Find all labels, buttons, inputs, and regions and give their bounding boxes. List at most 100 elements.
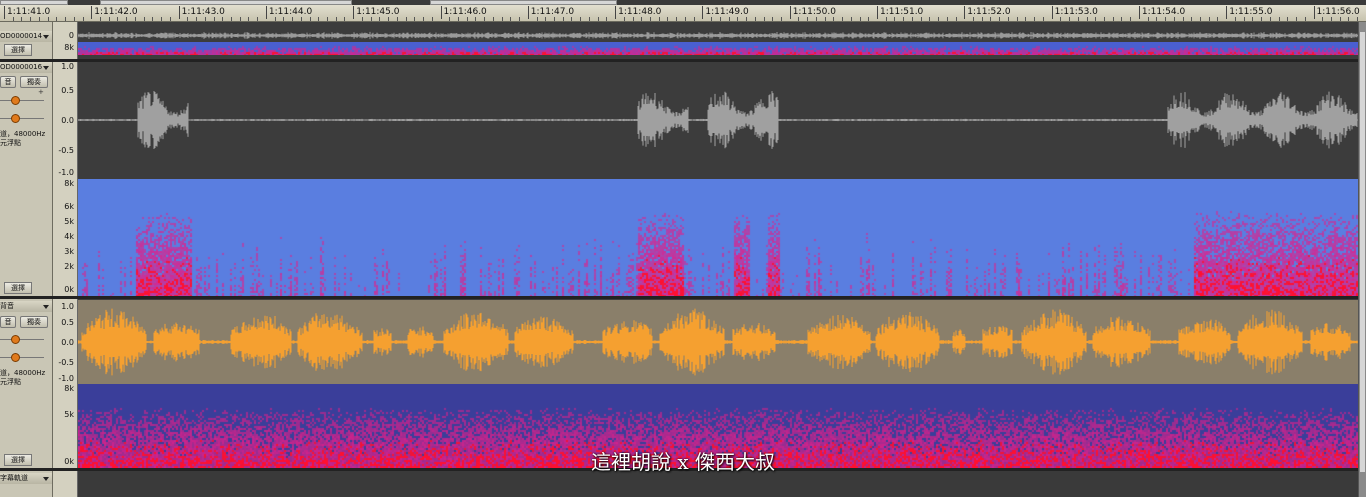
ruler-minor-tick xyxy=(379,17,381,21)
ruler-minor-tick xyxy=(1016,17,1018,21)
axis-label: -0.5 xyxy=(58,146,74,155)
ruler-minor-tick xyxy=(248,17,250,21)
ruler-minor-tick xyxy=(1156,17,1158,21)
spectrogram-track-2[interactable] xyxy=(78,179,1358,296)
ruler-minor-tick xyxy=(1086,17,1088,21)
ruler-minor-tick xyxy=(580,17,582,21)
ruler-minor-tick xyxy=(1165,17,1167,21)
pan-slider-2[interactable] xyxy=(0,118,44,119)
ruler-tick-label: 1:11:46.0 xyxy=(440,6,487,19)
ruler-minor-tick xyxy=(169,17,171,21)
ruler-minor-tick xyxy=(676,17,678,21)
ruler-tick-label: 1:11:50.0 xyxy=(789,6,836,19)
track-bitdepth-2: 元浮點 xyxy=(0,139,21,147)
ruler-minor-tick xyxy=(1042,17,1044,21)
chevron-down-icon[interactable] xyxy=(43,305,49,309)
ruler-minor-tick xyxy=(117,17,119,21)
timeline-ruler[interactable]: 1:11:41.0 1:11:42.0 1:11:43.0 1:11:44.0 1:11… xyxy=(0,5,1366,22)
axis-label: 6k xyxy=(64,202,74,211)
ruler-minor-tick xyxy=(1296,17,1298,21)
ruler-minor-tick xyxy=(335,17,337,21)
ruler-minor-tick xyxy=(30,17,32,21)
mute-button-3[interactable]: 音 xyxy=(0,316,16,328)
ruler-minor-tick xyxy=(283,17,285,21)
track-header-1[interactable]: OD0000014 xyxy=(0,31,52,42)
axis-label: 0.5 xyxy=(61,86,74,95)
ruler-tick-label: 1:11:48.0 xyxy=(615,6,661,19)
solo-button-3[interactable]: 獨奏 xyxy=(20,316,48,328)
waveform-track-1[interactable] xyxy=(78,30,1358,41)
ruler-minor-tick xyxy=(1182,17,1184,21)
ruler-minor-tick xyxy=(475,17,477,21)
spectrogram-track-1[interactable] xyxy=(78,42,1358,55)
ruler-minor-tick xyxy=(327,17,328,21)
ruler-tick-label: 1:11:55.0 xyxy=(1226,6,1272,19)
ruler-minor-tick xyxy=(754,17,756,21)
mute-button-2[interactable]: 音 xyxy=(0,76,16,88)
ruler-minor-tick xyxy=(929,17,931,21)
vertical-scrollbar[interactable] xyxy=(1358,22,1366,497)
pan-knob-3[interactable] xyxy=(11,353,20,362)
track-canvas-area[interactable] xyxy=(78,22,1358,497)
ruler-minor-tick xyxy=(126,17,128,21)
ruler-tick-label: 1:11:56.0 xyxy=(1313,6,1360,19)
ruler-minor-tick xyxy=(946,17,948,21)
ruler-minor-tick xyxy=(824,17,826,21)
ruler-minor-tick xyxy=(1252,17,1254,21)
ruler-minor-tick xyxy=(763,17,765,21)
ruler-minor-tick xyxy=(501,17,503,21)
ruler-minor-tick xyxy=(1339,17,1341,21)
track-select-button-1[interactable]: 選擇 xyxy=(4,44,32,56)
track-format-3: 道，48000Hz xyxy=(0,369,46,377)
track-header-3[interactable]: 背音 xyxy=(0,301,52,312)
ruler-minor-tick xyxy=(885,17,887,21)
ruler-minor-tick xyxy=(772,17,774,21)
track-divider[interactable] xyxy=(0,296,1366,299)
track-select-button-2[interactable]: 選擇 xyxy=(4,282,32,294)
ruler-minor-tick xyxy=(1025,17,1027,21)
ruler-minor-tick xyxy=(239,17,241,21)
ruler-tick-label: 1:11:44.0 xyxy=(265,6,312,19)
plus-icon: + xyxy=(38,88,44,96)
axis-label: 5k xyxy=(64,217,74,226)
ruler-minor-tick xyxy=(833,17,835,21)
waveform-track-2[interactable] xyxy=(78,62,1358,178)
ruler-minor-tick xyxy=(344,17,346,21)
ruler-minor-tick xyxy=(1103,17,1105,21)
ruler-minor-tick xyxy=(693,17,695,21)
ruler-tick-label: 1:11:52.0 xyxy=(964,6,1011,19)
ruler-minor-tick xyxy=(213,17,215,21)
gain-knob-2[interactable] xyxy=(11,96,20,105)
ruler-minor-tick xyxy=(1200,17,1201,21)
gain-slider-3[interactable] xyxy=(0,339,44,340)
solo-button-2[interactable]: 獨奏 xyxy=(20,76,48,88)
ruler-minor-tick xyxy=(1330,17,1332,21)
ruler-minor-tick xyxy=(667,17,669,21)
ruler-minor-tick xyxy=(1034,17,1036,21)
chevron-down-icon[interactable] xyxy=(43,477,49,481)
track-header-2[interactable]: OD0000016 xyxy=(0,62,52,73)
ruler-minor-tick xyxy=(1191,17,1193,21)
waveform-track-3[interactable] xyxy=(78,300,1358,384)
pan-slider-3[interactable] xyxy=(0,357,44,358)
ruler-tick-label: 1:11:53.0 xyxy=(1051,6,1098,19)
ruler-minor-tick xyxy=(1322,17,1324,21)
pan-knob-2[interactable] xyxy=(11,114,20,123)
chevron-down-icon[interactable] xyxy=(43,35,49,39)
ruler-tick-label: 1:11:54.0 xyxy=(1138,6,1185,19)
ruler-minor-tick xyxy=(1130,17,1132,21)
track-name-2: OD0000016 xyxy=(0,63,43,71)
track-bitdepth-3: 元浮點 xyxy=(0,378,21,386)
ruler-minor-tick xyxy=(1147,17,1149,21)
ruler-minor-tick xyxy=(1287,17,1289,21)
gain-slider-2[interactable] xyxy=(0,100,44,101)
gain-knob-3[interactable] xyxy=(11,335,20,344)
track-divider[interactable] xyxy=(0,59,1366,62)
axis-label: 0.0 xyxy=(61,116,74,125)
ruler-minor-tick xyxy=(519,17,521,21)
chevron-down-icon[interactable] xyxy=(43,66,49,70)
ruler-minor-tick xyxy=(641,17,643,21)
scrollbar-thumb[interactable] xyxy=(1360,32,1365,472)
ruler-minor-tick xyxy=(222,17,224,21)
ruler-minor-tick xyxy=(1348,17,1350,21)
